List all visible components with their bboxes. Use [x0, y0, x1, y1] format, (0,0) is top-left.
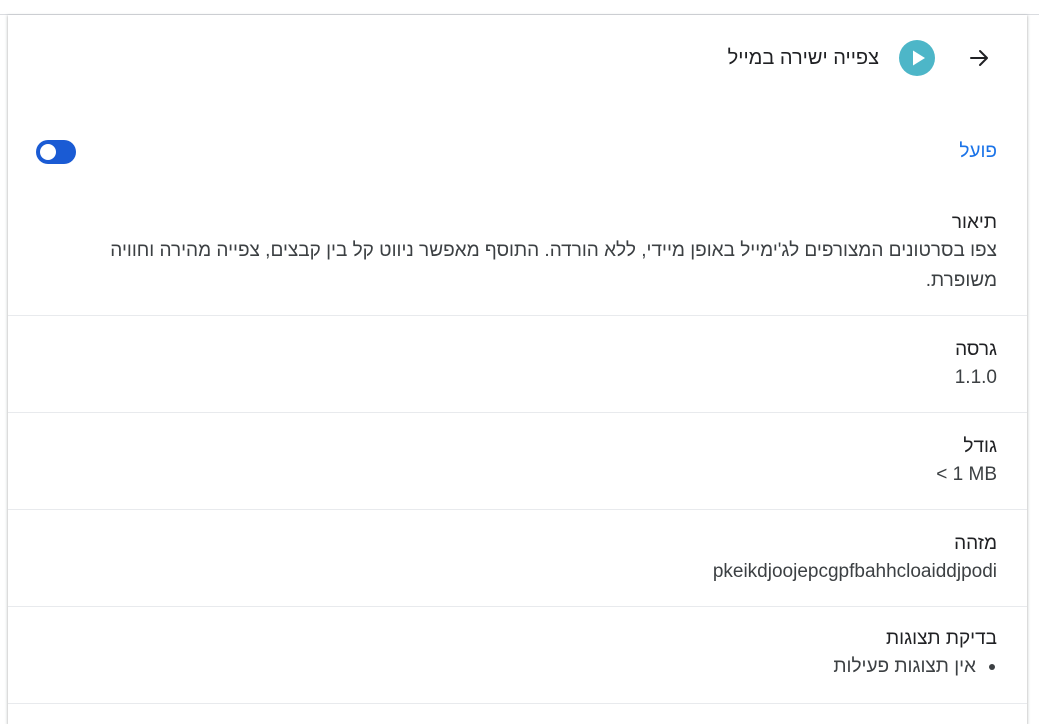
- inspect-views-list: אין תצוגות פעילות: [38, 652, 997, 682]
- version-value: 1.1.0: [954, 367, 997, 388]
- id-label: מזהה: [954, 533, 997, 554]
- version-label: גרסה: [955, 339, 997, 360]
- size-value: < 1 MB: [936, 464, 997, 485]
- inspect-views-item: אין תצוגות פעילות: [833, 656, 976, 677]
- extension-title: צפייה ישירה במייל: [727, 46, 879, 69]
- toggle-knob: [40, 144, 56, 160]
- size-label: גודל: [963, 436, 997, 457]
- arrow-back-icon: [970, 50, 988, 66]
- description-label: תיאור: [951, 212, 997, 233]
- description-value: צפו בסרטונים המצורפים לג'ימייל באופן מיי…: [110, 240, 997, 291]
- id-value: pkeikdjoojepcgpfbahhcloaiddjpodi: [712, 561, 997, 582]
- details-header: צפייה ישירה במייל: [728, 38, 999, 78]
- extension-details-card: צפייה ישירה במייל פועל תיאור צפו בסרטוני…: [8, 15, 1027, 724]
- on-label: פועל: [959, 141, 997, 162]
- size-section: גודל < 1 MB: [8, 413, 1027, 510]
- play-circle-icon: [899, 40, 935, 76]
- back-button[interactable]: [959, 38, 999, 78]
- enable-toggle[interactable]: [36, 140, 76, 164]
- list-item: אין תצוגות פעילות: [38, 652, 997, 682]
- version-section: גרסה 1.1.0: [8, 316, 1027, 413]
- bullet-icon: [989, 664, 995, 670]
- enable-row: פועל: [8, 126, 1027, 178]
- inspect-views-section: בדיקת תצוגות אין תצוגות פעילות: [8, 607, 1027, 704]
- id-section: מזהה pkeikdjoojepcgpfbahhcloaiddjpodi: [8, 510, 1027, 607]
- inspect-views-label: בדיקת תצוגות: [886, 628, 997, 649]
- extension-icon: [899, 40, 935, 76]
- description-section: תיאור צפו בסרטונים המצורפים לג'ימייל באו…: [8, 208, 1027, 316]
